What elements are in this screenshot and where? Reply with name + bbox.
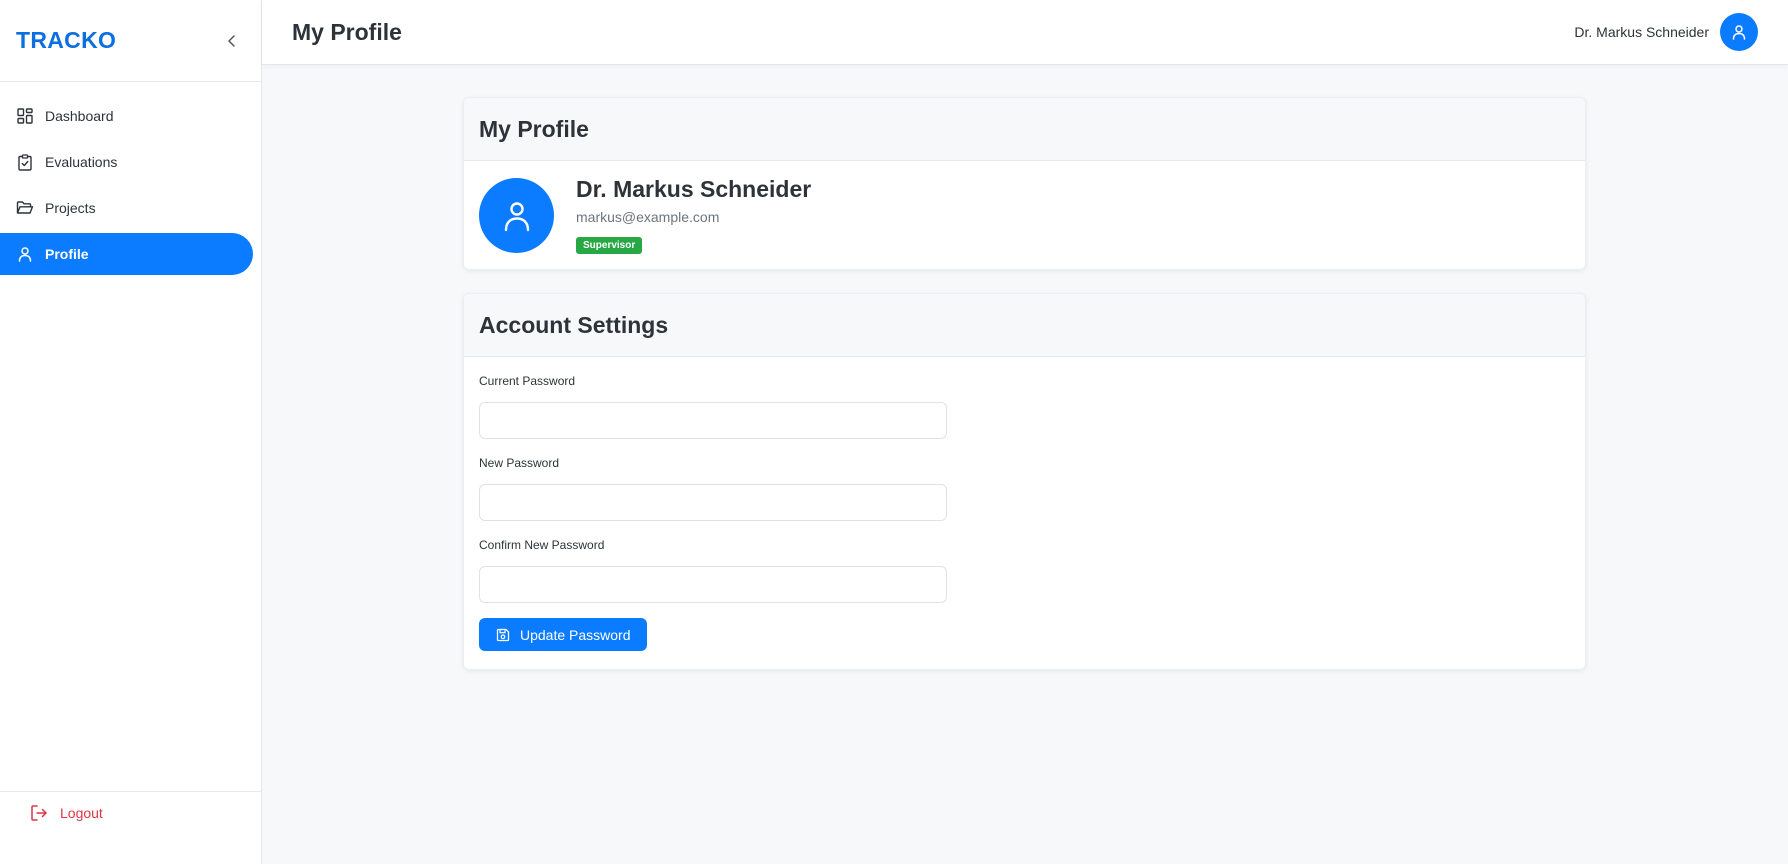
sidebar-footer: Logout: [0, 791, 261, 864]
new-password-label: New Password: [479, 456, 560, 470]
update-password-label: Update Password: [520, 626, 631, 643]
sidebar-item-evaluations[interactable]: Evaluations: [0, 141, 253, 183]
sidebar-nav: Dashboard Evaluations Projects Profile: [0, 82, 261, 275]
confirm-password-field[interactable]: [479, 566, 947, 603]
collapse-sidebar-button[interactable]: [219, 28, 245, 54]
sidebar-item-label: Projects: [45, 200, 96, 216]
user-icon: [504, 201, 529, 231]
current-password-field[interactable]: [479, 402, 947, 439]
role-badge: Supervisor: [576, 237, 643, 254]
avatar[interactable]: [1720, 13, 1758, 51]
profile-avatar: [479, 178, 554, 253]
folder-open-icon: [16, 199, 34, 217]
chevron-left-icon: [228, 34, 235, 47]
profile-name: Dr. Markus Schneider: [576, 176, 812, 202]
topbar: My Profile Dr. Markus Schneider: [262, 0, 1788, 65]
sidebar: TRACKO Dashboard Evaluations Projects Pr…: [0, 0, 262, 864]
user-icon: [16, 245, 34, 263]
sidebar-item-projects[interactable]: Projects: [0, 187, 253, 229]
page-title: My Profile: [292, 18, 402, 45]
sidebar-item-profile[interactable]: Profile: [0, 233, 253, 275]
profile-card: My Profile Dr. Markus Schneider markus@e…: [463, 97, 1586, 270]
logout-label: Logout: [60, 805, 103, 821]
new-password-field[interactable]: [479, 484, 947, 521]
brand-logo[interactable]: TRACKO: [16, 27, 116, 54]
user-menu[interactable]: Dr. Markus Schneider: [1574, 13, 1758, 51]
sidebar-item-dashboard[interactable]: Dashboard: [0, 95, 253, 137]
profile-email: markus@example.com: [576, 209, 720, 225]
account-settings-card: Account Settings Current Password New Pa…: [463, 293, 1586, 670]
dashboard-icon: [16, 107, 34, 125]
profile-card-title: My Profile: [464, 98, 1585, 161]
current-password-label: Current Password: [479, 374, 576, 388]
profile-card-body: Dr. Markus Schneider markus@example.com …: [464, 161, 1585, 269]
password-form: Current Password New Password Confirm Ne…: [464, 374, 1585, 651]
logout-button[interactable]: Logout: [29, 803, 103, 823]
user-icon: [1732, 25, 1746, 40]
clipboard-check-icon: [16, 153, 34, 171]
sidebar-item-label: Evaluations: [45, 154, 118, 170]
update-password-button[interactable]: Update Password: [479, 618, 647, 651]
account-settings-title: Account Settings: [464, 294, 1585, 357]
sidebar-item-label: Dashboard: [45, 108, 114, 124]
save-icon: [495, 627, 511, 643]
sidebar-item-label: Profile: [45, 246, 89, 262]
confirm-password-label: Confirm New Password: [479, 538, 605, 552]
logout-icon: [29, 803, 49, 823]
sidebar-header: TRACKO: [0, 0, 261, 82]
topbar-user-name: Dr. Markus Schneider: [1574, 24, 1709, 40]
